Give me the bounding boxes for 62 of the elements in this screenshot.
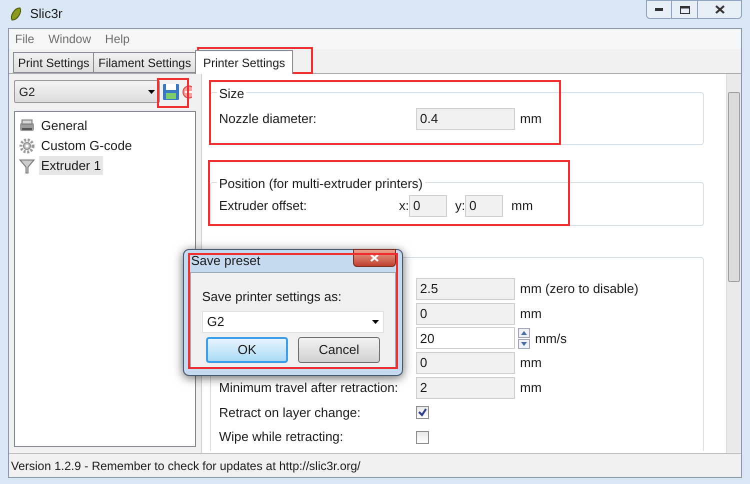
preset-dropdown[interactable]: G2 [14,80,160,103]
tab[interactable]: Filament Settings [93,52,196,73]
field-label: Minimum travel after retraction: [219,380,398,395]
tree-item[interactable]: Custom G-code [39,136,134,156]
input-field[interactable]: 0.4 [416,108,515,130]
delete-icon[interactable] [182,84,192,98]
checkbox[interactable] [416,430,429,444]
app-logo-icon [8,6,24,22]
maximize-icon [680,6,690,14]
name-dropdown[interactable]: G2 [202,310,384,332]
menu-item[interactable]: File [15,30,34,48]
unit-label: mm/s [535,330,567,348]
axis-label: y: [455,197,466,216]
input-field[interactable]: 2 [416,376,515,399]
checkbox[interactable] [416,406,429,419]
input-field[interactable]: 2.5 [416,278,515,300]
unit-label: mm (zero to disable) [520,280,638,298]
input-field[interactable]: 20 [416,327,515,350]
axis-label: x: [399,197,410,216]
tree-item[interactable]: Extruder 1 [39,156,103,176]
input-field[interactable]: 0 [416,352,515,374]
input-field[interactable]: 0 [416,302,515,325]
unit-label: mm [511,197,533,216]
minimize-icon [655,8,663,11]
menu-item[interactable]: Help [105,30,130,48]
unit-label: mm [520,379,542,397]
input-field[interactable]: 0 [465,195,504,217]
field-label: Nozzle diameter: [219,111,317,126]
save-icon[interactable] [162,82,180,100]
tab[interactable]: Print Settings [13,52,94,73]
field-label: Extruder offset: [219,198,307,214]
window-title: Slic3r [30,5,63,24]
unit-label: mm [520,354,542,372]
close-icon [370,254,379,262]
printer-icon [19,118,35,134]
dropdown-value: G2 [207,312,226,331]
close-icon [714,5,724,14]
scrollbar[interactable] [726,74,741,453]
dropdown-arrow-icon [148,90,155,94]
unit-label: mm [520,110,542,128]
dialog-button[interactable]: OK [206,336,288,362]
tree-item[interactable]: General [39,116,90,136]
minimize-button[interactable] [646,0,672,19]
dialog-button[interactable]: Cancel [298,336,380,362]
tab[interactable]: Printer Settings [195,50,294,74]
field-label: Wipe while retracting: [219,429,344,444]
status-text: Version 1.2.9 - Remember to check for updates at http://slic3r.org/ [11,458,361,474]
close-button[interactable] [698,0,742,19]
funnel-icon [19,158,35,174]
menu-item[interactable]: Window [48,30,92,48]
maximize-button[interactable] [672,0,698,19]
highlight-frame [157,78,189,108]
unit-label: mm [520,304,542,323]
field-label: Retract on layer change: [219,404,361,420]
dialog-prompt: Save printer settings as: [202,288,342,306]
preset-value: G2 [19,84,36,100]
gear-icon [19,138,35,154]
scroll-thumb[interactable] [728,92,740,282]
input-field[interactable]: 0 [409,195,448,217]
dropdown-arrow-icon [372,320,379,324]
dialog-title: Save preset [190,252,260,270]
spin-buttons[interactable] [518,328,530,349]
